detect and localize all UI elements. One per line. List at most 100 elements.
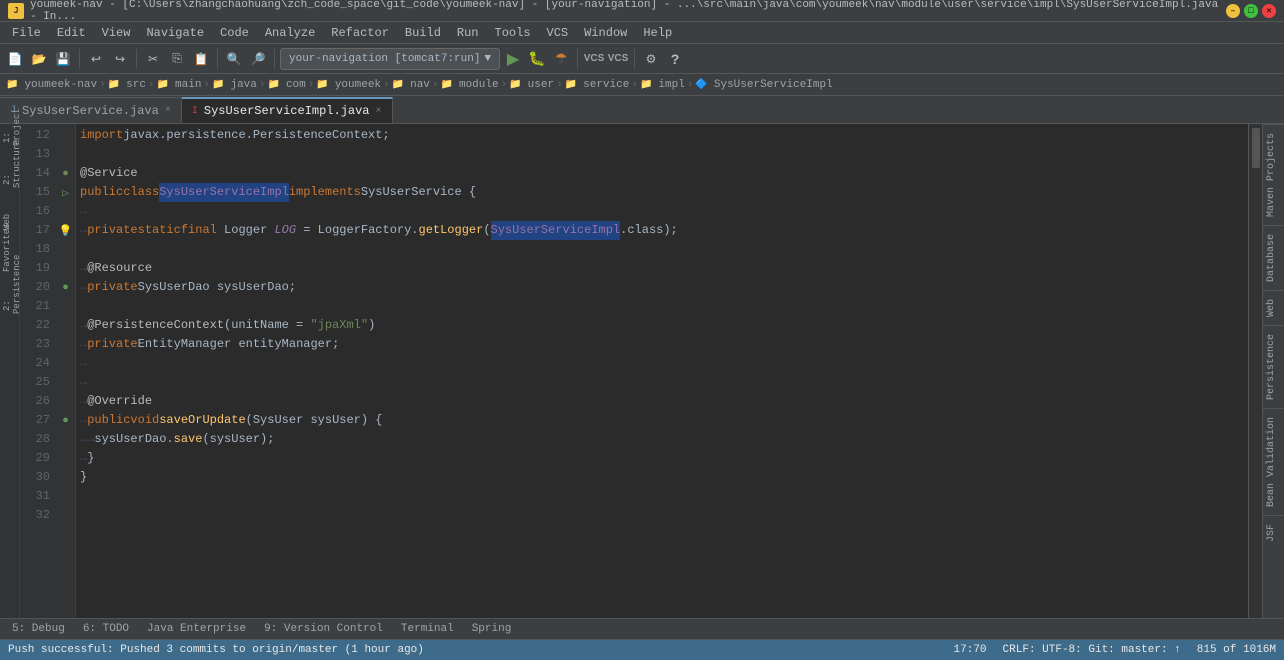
code-line[interactable] xyxy=(76,297,1248,316)
indent-arrow: → xyxy=(80,411,87,430)
maximize-button[interactable]: □ xyxy=(1244,4,1258,18)
vcs-button[interactable]: VCS xyxy=(583,48,605,70)
menu-item-edit[interactable]: Edit xyxy=(49,24,94,42)
copy-button[interactable]: ⎘ xyxy=(166,48,188,70)
bottom-tab-5-debug[interactable]: 5: Debug xyxy=(4,621,73,637)
paste-button[interactable]: 📋 xyxy=(190,48,212,70)
redo-button[interactable]: ↪ xyxy=(109,48,131,70)
debug-button[interactable]: 🐛 xyxy=(526,48,548,70)
menu-item-help[interactable]: Help xyxy=(635,24,680,42)
breadcrumb-item-java[interactable]: 📁 java xyxy=(212,79,257,91)
bottom-tab-6-todo[interactable]: 6: TODO xyxy=(75,621,137,637)
breadcrumb-item-youmeek-nav[interactable]: 📁 youmeek-nav xyxy=(6,79,97,91)
right-panel-maven-projects[interactable]: Maven Projects xyxy=(1263,124,1284,225)
persistence-tool[interactable]: 2: Persistence xyxy=(2,298,18,314)
menu-item-vcs[interactable]: VCS xyxy=(539,24,577,42)
code-line[interactable]: → xyxy=(76,373,1248,392)
breadcrumb-item-src[interactable]: 📁 src xyxy=(108,79,146,91)
menu-item-analyze[interactable]: Analyze xyxy=(257,24,323,42)
code-line[interactable]: } xyxy=(76,468,1248,487)
breadcrumb-item-com[interactable]: 📁 com xyxy=(268,79,306,91)
minimize-button[interactable]: – xyxy=(1226,4,1240,18)
breadcrumb-item-nav[interactable]: 📁 nav xyxy=(392,79,430,91)
undo-button[interactable]: ↩ xyxy=(85,48,107,70)
bottom-tab-9-version-control[interactable]: 9: Version Control xyxy=(256,621,391,637)
indent-arrow: → xyxy=(80,278,87,297)
line-number: 13 xyxy=(20,145,50,164)
code-line[interactable]: @Service xyxy=(76,164,1248,183)
breadcrumb-item-user[interactable]: 📁 user xyxy=(509,79,554,91)
run-config-label: your-navigation [tomcat7:run] xyxy=(289,53,480,65)
vcs2-button[interactable]: VCS xyxy=(607,48,629,70)
menu-item-view[interactable]: View xyxy=(94,24,139,42)
code-line[interactable]: →private SysUserDao sysUserDao; xyxy=(76,278,1248,297)
breadcrumb-item-sysuserserviceimpl[interactable]: 🔷 SysUserServiceImpl xyxy=(695,79,832,91)
code-line[interactable]: →@PersistenceContext(unitName = "jpaXml"… xyxy=(76,316,1248,335)
code-line[interactable]: →private static final Logger LOG = Logge… xyxy=(76,221,1248,240)
code-line[interactable]: → xyxy=(76,354,1248,373)
code-line[interactable]: →} xyxy=(76,449,1248,468)
breadcrumb-item-youmeek[interactable]: 📁 youmeek xyxy=(316,79,381,91)
help-button[interactable]: ? xyxy=(664,48,686,70)
tab-tab2[interactable]: ISysUserServiceImpl.java× xyxy=(182,97,393,123)
gutter-line xyxy=(56,145,75,164)
code-line[interactable]: public class SysUserServiceImpl implemen… xyxy=(76,183,1248,202)
menu-item-run[interactable]: Run xyxy=(449,24,487,42)
tab-close-button[interactable]: × xyxy=(165,105,171,116)
new-button[interactable]: 📄 xyxy=(4,48,26,70)
breadcrumb-item-impl[interactable]: 📁 impl xyxy=(640,79,685,91)
settings-button[interactable]: ⚙ xyxy=(640,48,662,70)
tab-tab1[interactable]: JSysUserService.java× xyxy=(0,97,182,123)
menu-item-file[interactable]: File xyxy=(4,24,49,42)
structure-tool[interactable]: 2: Structure xyxy=(2,172,18,188)
code-line[interactable] xyxy=(76,145,1248,164)
line-number: 24 xyxy=(20,354,50,373)
run-config[interactable]: your-navigation [tomcat7:run] ▼ xyxy=(280,48,500,70)
code-line[interactable]: →@Override xyxy=(76,392,1248,411)
code-line[interactable]: →private EntityManager entityManager; xyxy=(76,335,1248,354)
breadcrumb-item-main[interactable]: 📁 main xyxy=(157,79,202,91)
right-panel-database[interactable]: Database xyxy=(1263,225,1284,290)
code-line[interactable] xyxy=(76,240,1248,259)
menu-item-code[interactable]: Code xyxy=(212,24,257,42)
tab-bar: JSysUserService.java×ISysUserServiceImpl… xyxy=(0,96,1284,124)
breadcrumb-item-service[interactable]: 📁 service xyxy=(565,79,630,91)
breadcrumb-item-module[interactable]: 📁 module xyxy=(441,79,499,91)
menu-item-refactor[interactable]: Refactor xyxy=(323,24,397,42)
right-panel-web[interactable]: Web xyxy=(1263,290,1284,325)
menu-item-build[interactable]: Build xyxy=(397,24,449,42)
menu-item-window[interactable]: Window xyxy=(576,24,635,42)
right-panel-bean-validation[interactable]: Bean Validation xyxy=(1263,408,1284,515)
close-button[interactable]: ✕ xyxy=(1262,4,1276,18)
right-panel-persistence[interactable]: Persistence xyxy=(1263,325,1284,408)
find-button[interactable]: 🔍 xyxy=(223,48,245,70)
right-panel-jsf[interactable]: JSF xyxy=(1263,515,1284,550)
gutter-icon: ● xyxy=(62,282,69,294)
code-line[interactable] xyxy=(76,487,1248,506)
code-line[interactable]: import javax.persistence.PersistenceCont… xyxy=(76,126,1248,145)
menu-item-navigate[interactable]: Navigate xyxy=(138,24,212,42)
code-line[interactable]: →public void saveOrUpdate(SysUser sysUse… xyxy=(76,411,1248,430)
coverage-button[interactable]: ☂ xyxy=(550,48,572,70)
code-line[interactable]: →@Resource xyxy=(76,259,1248,278)
replace-button[interactable]: 🔎 xyxy=(247,48,269,70)
cut-button[interactable]: ✂ xyxy=(142,48,164,70)
run-button[interactable]: ▶ xyxy=(502,48,524,70)
code-line[interactable] xyxy=(76,506,1248,525)
scroll-thumb[interactable] xyxy=(1252,128,1260,168)
tab-close-button[interactable]: × xyxy=(376,106,382,117)
code-line[interactable]: →→sysUserDao.save(sysUser); xyxy=(76,430,1248,449)
gutter-icon: ● xyxy=(62,168,69,180)
bottom-tab-terminal[interactable]: Terminal xyxy=(393,621,462,637)
scrollbar[interactable] xyxy=(1248,124,1262,618)
open-button[interactable]: 📂 xyxy=(28,48,50,70)
code-editor[interactable]: import javax.persistence.PersistenceCont… xyxy=(76,124,1248,618)
code-line[interactable]: → xyxy=(76,202,1248,221)
line-number: 15 xyxy=(20,183,50,202)
gutter-line xyxy=(56,126,75,145)
bottom-tab-java-enterprise[interactable]: Java Enterprise xyxy=(139,621,254,637)
menu-item-tools[interactable]: Tools xyxy=(487,24,539,42)
nav-separator: › xyxy=(259,79,266,91)
save-button[interactable]: 💾 xyxy=(52,48,74,70)
bottom-tab-spring[interactable]: Spring xyxy=(464,621,520,637)
